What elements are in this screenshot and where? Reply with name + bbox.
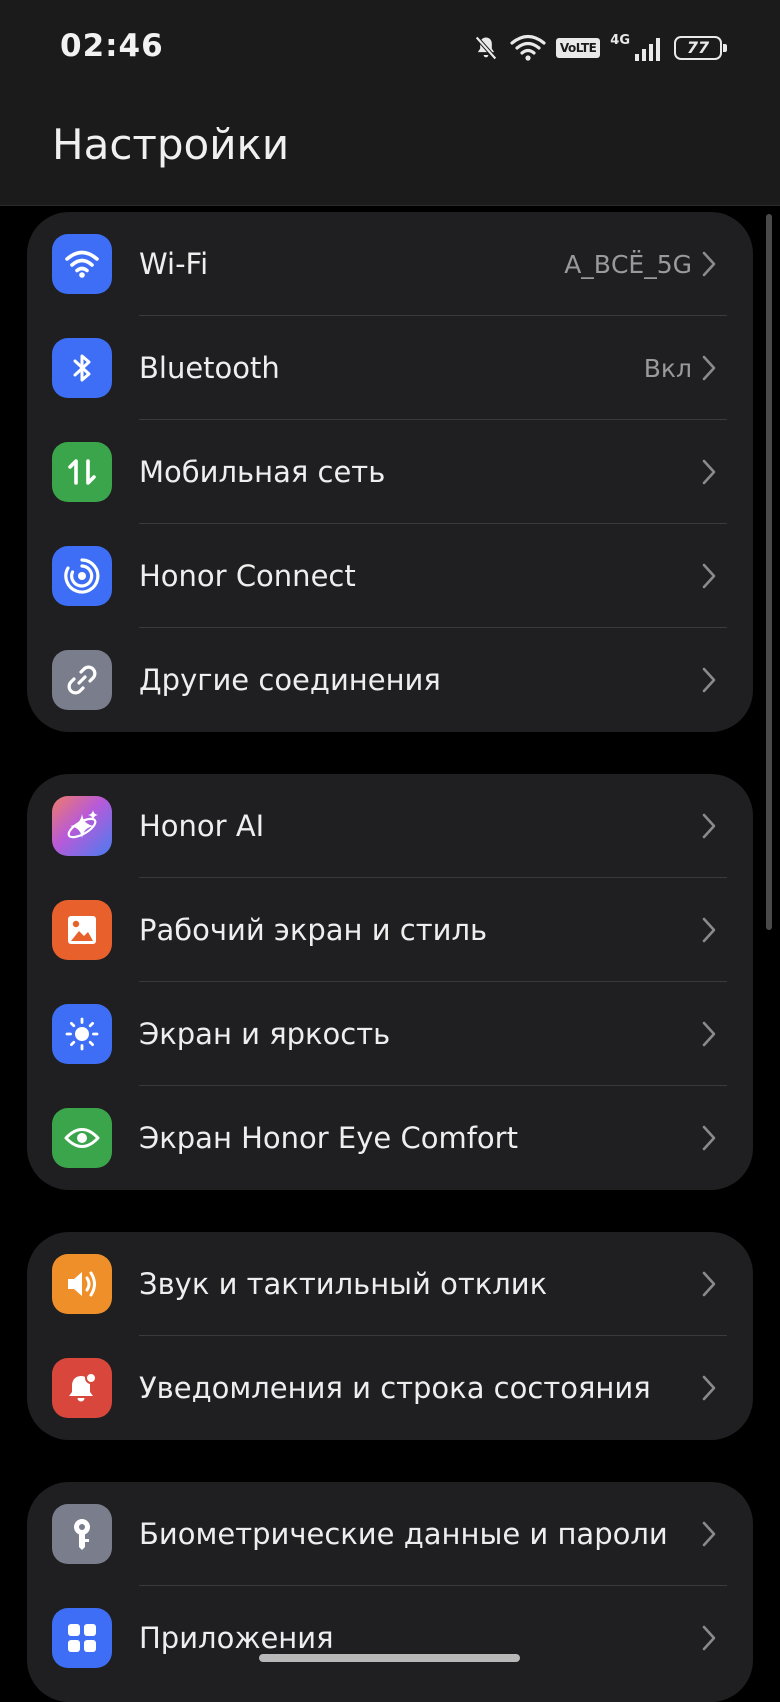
settings-item-other-connections[interactable]: Другие соединения bbox=[27, 628, 753, 732]
settings-group-connectivity: Wi-Fi A_ВСЁ_5G Bluetooth Вкл Мобильная с… bbox=[27, 212, 753, 732]
speaker-icon bbox=[52, 1254, 112, 1314]
settings-item-value: A_ВСЁ_5G bbox=[564, 249, 692, 279]
chevron-right-icon bbox=[702, 1625, 716, 1651]
settings-item-label: Биометрические данные и пароли bbox=[139, 1517, 668, 1551]
settings-item-label: Honor AI bbox=[139, 809, 265, 843]
settings-item-display-brightness[interactable]: Экран и яркость bbox=[27, 982, 753, 1086]
bell-muted-icon bbox=[472, 34, 500, 62]
settings-item-eye-comfort[interactable]: Экран Honor Eye Comfort bbox=[27, 1086, 753, 1190]
chevron-right-icon bbox=[702, 667, 716, 693]
settings-item-label: Другие соединения bbox=[139, 663, 441, 697]
settings-item-apps[interactable]: Приложения bbox=[27, 1586, 753, 1690]
settings-item-label: Рабочий экран и стиль bbox=[139, 913, 488, 947]
settings-item-label: Мобильная сеть bbox=[139, 455, 386, 489]
settings-item-label: Экран Honor Eye Comfort bbox=[139, 1121, 518, 1155]
settings-item-label: Уведомления и строка состояния bbox=[139, 1371, 651, 1405]
chevron-right-icon bbox=[702, 251, 716, 277]
settings-item-sound-haptics[interactable]: Звук и тактильный отклик bbox=[27, 1232, 753, 1336]
chevron-right-icon bbox=[702, 917, 716, 943]
settings-item-value: Вкл bbox=[643, 353, 692, 383]
battery-level: 77 bbox=[686, 38, 710, 57]
chevron-right-icon bbox=[702, 1271, 716, 1297]
volte-badge: VoLTE bbox=[555, 38, 601, 58]
settings-item-mobile-network[interactable]: Мобильная сеть bbox=[27, 420, 753, 524]
chevron-right-icon bbox=[702, 459, 716, 485]
battery-icon: 77 bbox=[674, 36, 727, 60]
settings-item-label: Bluetooth bbox=[139, 351, 280, 385]
chevron-right-icon bbox=[702, 1521, 716, 1547]
settings-group-display: Honor AI Рабочий экран и стиль Экран и я… bbox=[27, 774, 753, 1190]
chevron-right-icon bbox=[702, 563, 716, 589]
apps-grid-icon bbox=[52, 1608, 112, 1668]
eye-icon bbox=[52, 1108, 112, 1168]
settings-item-label: Honor Connect bbox=[139, 559, 356, 593]
home-indicator[interactable] bbox=[259, 1654, 520, 1662]
settings-item-label: Приложения bbox=[139, 1621, 334, 1655]
settings-item-label: Wi-Fi bbox=[139, 247, 209, 281]
settings-item-bluetooth[interactable]: Bluetooth Вкл bbox=[27, 316, 753, 420]
network-type: 4G bbox=[610, 32, 630, 48]
chevron-right-icon bbox=[702, 355, 716, 381]
mobile-data-icon bbox=[52, 442, 112, 502]
sparkle-icon bbox=[52, 796, 112, 856]
link-icon bbox=[52, 650, 112, 710]
honor-connect-icon bbox=[52, 546, 112, 606]
status-bar: 02:46 VoLTE 4G 77 bbox=[0, 0, 780, 98]
key-icon bbox=[52, 1504, 112, 1564]
sun-icon bbox=[52, 1004, 112, 1064]
chevron-right-icon bbox=[702, 813, 716, 839]
page-title: Настройки bbox=[52, 120, 290, 169]
chevron-right-icon bbox=[702, 1375, 716, 1401]
settings-item-honor-ai[interactable]: Honor AI bbox=[27, 774, 753, 878]
wifi-icon bbox=[52, 234, 112, 294]
settings-item-biometrics[interactable]: Биометрические данные и пароли bbox=[27, 1482, 753, 1586]
settings-item-wifi[interactable]: Wi-Fi A_ВСЁ_5G bbox=[27, 212, 753, 316]
settings-item-label: Экран и яркость bbox=[139, 1017, 391, 1051]
header: 02:46 VoLTE 4G 77 Настройки bbox=[0, 0, 780, 206]
chevron-right-icon bbox=[702, 1021, 716, 1047]
chevron-right-icon bbox=[702, 1125, 716, 1151]
image-icon bbox=[52, 900, 112, 960]
scrollbar[interactable] bbox=[766, 214, 772, 930]
status-icons: VoLTE 4G 77 bbox=[472, 30, 727, 66]
settings-item-honor-connect[interactable]: Honor Connect bbox=[27, 524, 753, 628]
settings-item-home-screen-style[interactable]: Рабочий экран и стиль bbox=[27, 878, 753, 982]
bluetooth-icon bbox=[52, 338, 112, 398]
settings-item-notifications[interactable]: Уведомления и строка состояния bbox=[27, 1336, 753, 1440]
settings-group-security: Биометрические данные и пароли Приложени… bbox=[27, 1482, 753, 1702]
signal-icon bbox=[634, 34, 664, 62]
settings-item-label: Звук и тактильный отклик bbox=[139, 1267, 548, 1301]
status-time: 02:46 bbox=[60, 28, 164, 64]
settings-group-sound: Звук и тактильный отклик Уведомления и с… bbox=[27, 1232, 753, 1440]
bell-icon bbox=[52, 1358, 112, 1418]
wifi-status-icon bbox=[510, 34, 546, 62]
